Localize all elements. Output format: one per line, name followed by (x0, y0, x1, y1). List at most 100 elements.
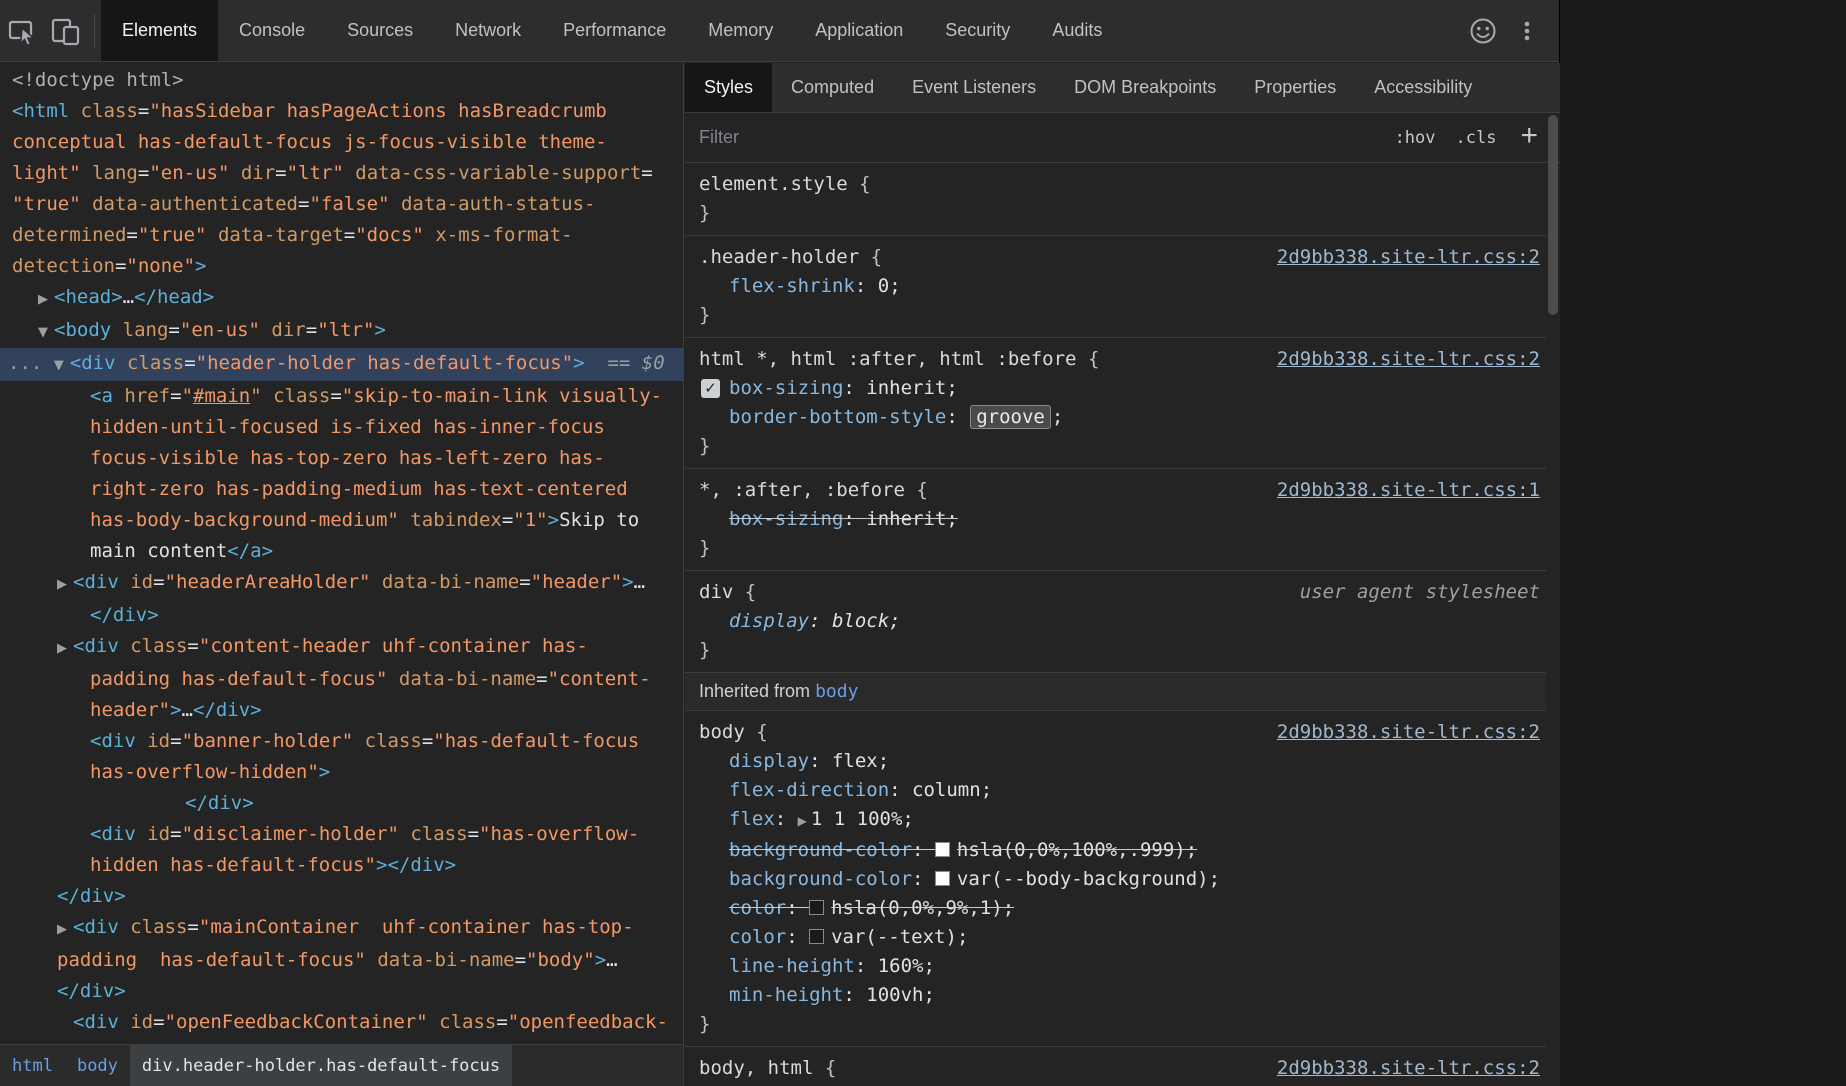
dom-tree-row[interactable]: </div> (0, 881, 683, 912)
dom-tree-row[interactable]: ▼<body lang="en-us" dir="ltr"> (0, 315, 683, 348)
dom-tree-row[interactable]: <a href="#main" class="skip-to-main-link… (0, 381, 683, 412)
feedback-smiley-icon[interactable] (1461, 16, 1505, 46)
tab-network[interactable]: Network (434, 0, 542, 61)
rule-selector[interactable]: html *, html :after, html :before { (699, 345, 1265, 374)
tree-arrow-icon[interactable]: ▼ (54, 350, 70, 381)
tree-arrow-icon[interactable]: ▼ (38, 317, 54, 348)
dom-tree-row[interactable]: has-body-background-medium" tabindex="1"… (0, 505, 683, 536)
more-menu-icon[interactable] (1505, 16, 1549, 46)
rule-selector[interactable]: body, html { (699, 1054, 1265, 1083)
breadcrumb-item[interactable]: body (65, 1045, 130, 1086)
syntax-token: "has-overflow- (479, 823, 639, 845)
color-swatch-icon[interactable] (935, 842, 950, 857)
dom-tree-row[interactable]: <div id="banner-holder" class="has-defau… (0, 726, 683, 757)
new-style-rule-button[interactable]: + (1506, 121, 1542, 155)
toggle-element-state-button[interactable]: :hov (1385, 128, 1446, 148)
sidebar-tab-accessibility[interactable]: Accessibility (1355, 63, 1491, 112)
dom-tree-row[interactable]: ▶<div id="headerAreaHolder" data-bi-name… (0, 567, 683, 600)
dom-tree-row[interactable]: focus-visible has-top-zero has-left-zero… (0, 443, 683, 474)
dom-tree-row[interactable]: </div> (0, 976, 683, 1007)
inspect-icon[interactable] (0, 0, 44, 61)
tab-console[interactable]: Console (218, 0, 326, 61)
tab-audits[interactable]: Audits (1031, 0, 1123, 61)
dom-tree-row[interactable]: <div id="disclaimer-holder" class="has-o… (0, 819, 683, 850)
tab-elements[interactable]: Elements (101, 0, 218, 61)
dom-tree-row[interactable]: <html class="hasSidebar hasPageActions h… (0, 96, 683, 127)
dom-tree-row[interactable]: ▶<div class="content-header uhf-containe… (0, 631, 683, 664)
syntax-token: "hasSidebar hasPageActions hasBreadcrumb (149, 100, 607, 122)
dom-tree-row[interactable]: </div> (0, 788, 683, 819)
breadcrumb-item[interactable]: div.header-holder.has-default-focus (130, 1045, 512, 1086)
property-checkbox[interactable]: ✓ (701, 379, 720, 398)
dom-tree-row[interactable]: ▶<div class="mainContainer uhf-container… (0, 912, 683, 945)
dom-tree-row[interactable]: main content</a> (0, 536, 683, 567)
styles-filter-input[interactable] (699, 127, 1385, 148)
stylesheet-link[interactable]: 2d9bb338.site-ltr.css:2 (1277, 718, 1540, 747)
css-property[interactable]: border-bottom-style: groove; (699, 403, 1540, 432)
rule-selector[interactable]: body { (699, 718, 1265, 747)
shorthand-expand-icon[interactable]: ▶ (798, 814, 807, 828)
css-property[interactable]: min-height: 100vh; (699, 981, 1540, 1010)
dom-tree-row[interactable]: padding has-default-focus" data-bi-name=… (0, 945, 683, 976)
tree-arrow-icon[interactable]: ▶ (57, 914, 73, 945)
css-property[interactable]: display: flex; (699, 747, 1540, 776)
rule-selector[interactable]: element.style { (699, 170, 1540, 199)
css-property[interactable]: line-height: 160%; (699, 952, 1540, 981)
tab-security[interactable]: Security (924, 0, 1031, 61)
dom-tree-row[interactable]: header">…</div> (0, 695, 683, 726)
rule-selector[interactable]: div { (699, 578, 1288, 607)
tree-arrow-icon[interactable]: ▶ (38, 284, 54, 315)
dom-tree-row[interactable]: ▶<head>…</head> (0, 282, 683, 315)
css-property[interactable]: ✓box-sizing: inherit; (699, 374, 1540, 403)
dom-tree-row[interactable]: right-zero has-padding-medium has-text-c… (0, 474, 683, 505)
stylesheet-link[interactable]: 2d9bb338.site-ltr.css:2 (1277, 345, 1540, 374)
tree-arrow-icon[interactable]: ▶ (57, 633, 73, 664)
styles-scrollbar-thumb[interactable] (1548, 115, 1558, 315)
css-property[interactable]: background-color: var(--body-background)… (699, 865, 1540, 894)
tab-performance[interactable]: Performance (542, 0, 687, 61)
color-swatch-icon[interactable] (935, 871, 950, 886)
dom-tree-row[interactable]: <!doctype html> (0, 65, 683, 96)
stylesheet-link[interactable]: 2d9bb338.site-ltr.css:2 (1277, 1054, 1540, 1083)
tab-memory[interactable]: Memory (687, 0, 794, 61)
dom-tree-row[interactable]: detection="none"> (0, 251, 683, 282)
element-classes-button[interactable]: .cls (1446, 128, 1507, 148)
color-swatch-icon[interactable] (809, 900, 824, 915)
css-property[interactable]: color: hsla(0,0%,9%,1); (699, 894, 1540, 923)
stylesheet-link[interactable]: 2d9bb338.site-ltr.css:1 (1277, 476, 1540, 505)
dom-tree-row[interactable]: "true" data-authenticated="false" data-a… (0, 189, 683, 220)
tab-application[interactable]: Application (794, 0, 924, 61)
sidebar-tab-properties[interactable]: Properties (1235, 63, 1355, 112)
css-property[interactable]: flex-shrink: 0; (699, 272, 1540, 301)
css-property[interactable]: color: var(--text); (699, 923, 1540, 952)
breadcrumb-item[interactable]: html (0, 1045, 65, 1086)
tab-sources[interactable]: Sources (326, 0, 434, 61)
syntax-token: </div> (387, 854, 456, 876)
sidebar-tab-computed[interactable]: Computed (772, 63, 893, 112)
css-property[interactable]: flex: ▶1 1 100%; (699, 805, 1540, 836)
css-property[interactable]: display: block; (699, 607, 1540, 636)
color-swatch-icon[interactable] (809, 929, 824, 944)
css-property[interactable]: flex-direction: column; (699, 776, 1540, 805)
dom-tree-row[interactable]: hidden has-default-focus"></div> (0, 850, 683, 881)
dom-tree-row[interactable]: padding has-default-focus" data-bi-name=… (0, 664, 683, 695)
css-property[interactable]: background-color: hsla(0,0%,100%,.999); (699, 836, 1540, 865)
dom-tree-row[interactable]: ... ▼<div class="header-holder has-defau… (0, 348, 683, 381)
dom-tree-row[interactable]: has-overflow-hidden"> (0, 757, 683, 788)
stylesheet-link[interactable]: 2d9bb338.site-ltr.css:2 (1277, 243, 1540, 272)
css-property[interactable]: box-sizing: inherit; (699, 505, 1540, 534)
tree-arrow-icon[interactable]: ▶ (57, 569, 73, 600)
dom-tree-row[interactable]: <div id="openFeedbackContainer" class="o… (0, 1007, 683, 1038)
dom-tree-row[interactable]: determined="true" data-target="docs" x-m… (0, 220, 683, 251)
rule-selector[interactable]: .header-holder { (699, 243, 1265, 272)
inherited-node-link[interactable]: body (815, 677, 858, 706)
dom-tree-row[interactable]: </div> (0, 600, 683, 631)
sidebar-tab-styles[interactable]: Styles (685, 63, 772, 112)
device-toolbar-icon[interactable] (44, 0, 88, 61)
dom-tree-row[interactable]: light" lang="en-us" dir="ltr" data-css-v… (0, 158, 683, 189)
dom-tree-row[interactable]: hidden-until-focused is-fixed has-inner-… (0, 412, 683, 443)
sidebar-tab-event-listeners[interactable]: Event Listeners (893, 63, 1055, 112)
dom-tree-row[interactable]: conceptual has-default-focus js-focus-vi… (0, 127, 683, 158)
rule-selector[interactable]: *, :after, :before { (699, 476, 1265, 505)
sidebar-tab-dom-breakpoints[interactable]: DOM Breakpoints (1055, 63, 1235, 112)
